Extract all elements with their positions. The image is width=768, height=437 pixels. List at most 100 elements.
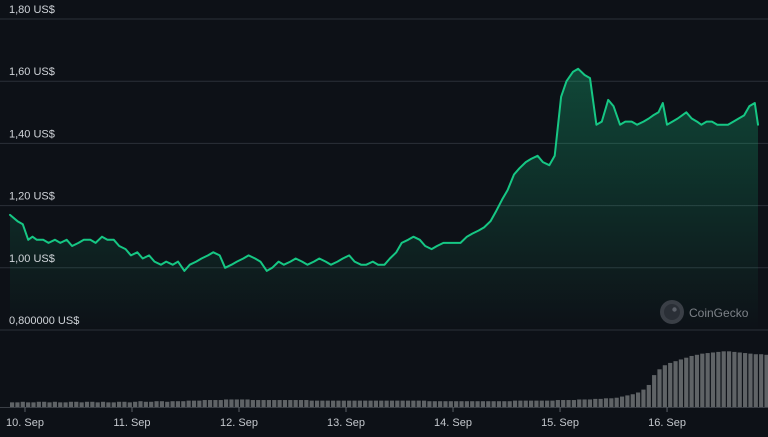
volume-bar: [52, 401, 57, 407]
volume-bar: [571, 400, 576, 407]
volume-bar: [641, 389, 646, 407]
volume-bar: [245, 399, 250, 407]
volume-bar: [421, 400, 427, 407]
volume-bar: [266, 400, 271, 407]
volume-bar: [170, 401, 175, 407]
volume-bar: [448, 401, 453, 407]
volume-bar: [84, 401, 90, 407]
volume-bar: [282, 400, 288, 407]
volume-bar: [224, 399, 229, 407]
volume-bar: [528, 400, 534, 407]
volume-bar: [133, 401, 138, 407]
volume-bar: [106, 402, 111, 407]
volume-bar: [550, 400, 555, 407]
volume-bar: [427, 401, 432, 407]
price-chart: 0,800000 US$ 1,00 US$ 1,20 US$ 1,40 US$ 1,60…: [0, 0, 768, 437]
volume-bar: [662, 365, 667, 407]
volume-bar: [47, 402, 52, 407]
volume-bar: [181, 401, 186, 407]
volume-bar: [721, 351, 726, 407]
volume-bar: [347, 400, 352, 407]
y-tick-label: 0,800000 US$: [9, 315, 79, 327]
volume-bar: [480, 401, 486, 407]
volume-bar: [10, 402, 15, 407]
volume-bar: [256, 400, 261, 407]
volume-bar: [748, 353, 753, 407]
volume-bar: [726, 351, 732, 407]
volume-bar: [561, 400, 566, 407]
volume-bar: [207, 400, 213, 407]
volume-bar: [438, 401, 443, 407]
volume-bar: [518, 400, 523, 407]
volume-bar: [58, 402, 63, 407]
volume-bar: [336, 400, 341, 407]
volume-bar: [668, 362, 673, 407]
volume-bar: [684, 357, 689, 407]
volume-bar: [555, 400, 560, 407]
volume-bar: [689, 355, 694, 407]
volume-bar: [705, 353, 710, 407]
volume-bar: [357, 400, 362, 407]
volume-bar: [700, 353, 705, 407]
volume-bar: [191, 400, 197, 407]
volume-bar: [753, 354, 758, 407]
volume-bar: [614, 397, 619, 407]
volume-bar: [502, 401, 507, 407]
volume-bar: [261, 400, 266, 407]
volume-bar: [694, 354, 700, 407]
volume-bar: [400, 400, 405, 407]
volume-bar: [475, 401, 480, 407]
volume-bar: [496, 401, 502, 407]
volume-bar: [587, 399, 593, 407]
volume-bar: [298, 400, 304, 407]
volume-bar: [79, 402, 84, 407]
volume-bar: [304, 400, 309, 407]
coingecko-logo-icon: [660, 300, 684, 324]
volume-bar: [545, 400, 550, 407]
x-tick-label: 10. Sep: [6, 417, 44, 429]
volume-bar: [593, 398, 598, 407]
volume-bar: [352, 400, 357, 407]
volume-bar: [512, 400, 518, 407]
volume-bar: [657, 369, 662, 407]
volume-bar: [470, 401, 475, 407]
volume-bar: [197, 400, 202, 407]
volume-bar: [459, 401, 464, 407]
volume-bar: [175, 401, 181, 407]
volume-bar: [523, 400, 528, 407]
volume-bar: [716, 351, 721, 407]
y-tick-label: 1,80 US$: [9, 4, 55, 16]
volume-bar: [95, 402, 100, 407]
volume-bar: [486, 401, 491, 407]
volume-bar: [100, 401, 106, 407]
volume-bar: [234, 399, 239, 407]
volume-bar: [218, 400, 223, 407]
volume-bar: [272, 400, 277, 407]
x-tick-label: 12. Sep: [220, 417, 258, 429]
volume-bar: [341, 400, 346, 407]
volume-bar: [111, 402, 116, 407]
volume-bar: [646, 384, 651, 407]
volume-bar: [673, 361, 678, 407]
volume-bar: [202, 400, 207, 407]
volume-bar: [368, 400, 373, 407]
volume-bar: [26, 402, 31, 407]
volume-bar: [432, 401, 437, 407]
x-tick-label: 15. Sep: [541, 417, 579, 429]
x-tick-label: 16. Sep: [648, 417, 686, 429]
volume-bar: [764, 354, 768, 407]
y-tick-label: 1,60 US$: [9, 66, 55, 78]
volume-bar: [652, 375, 657, 407]
volume-bar: [122, 401, 127, 407]
volume-bar: [491, 401, 496, 407]
volume-bar: [582, 399, 587, 407]
volume-bar: [710, 352, 716, 407]
volume-bar: [625, 395, 630, 407]
volume-bar: [373, 400, 379, 407]
volume-bar: [74, 401, 79, 407]
volume-bar: [678, 359, 683, 407]
volume-bar: [598, 398, 603, 407]
volume-bar: [165, 401, 170, 407]
volume-bar: [229, 399, 234, 407]
volume-bar: [759, 354, 764, 407]
